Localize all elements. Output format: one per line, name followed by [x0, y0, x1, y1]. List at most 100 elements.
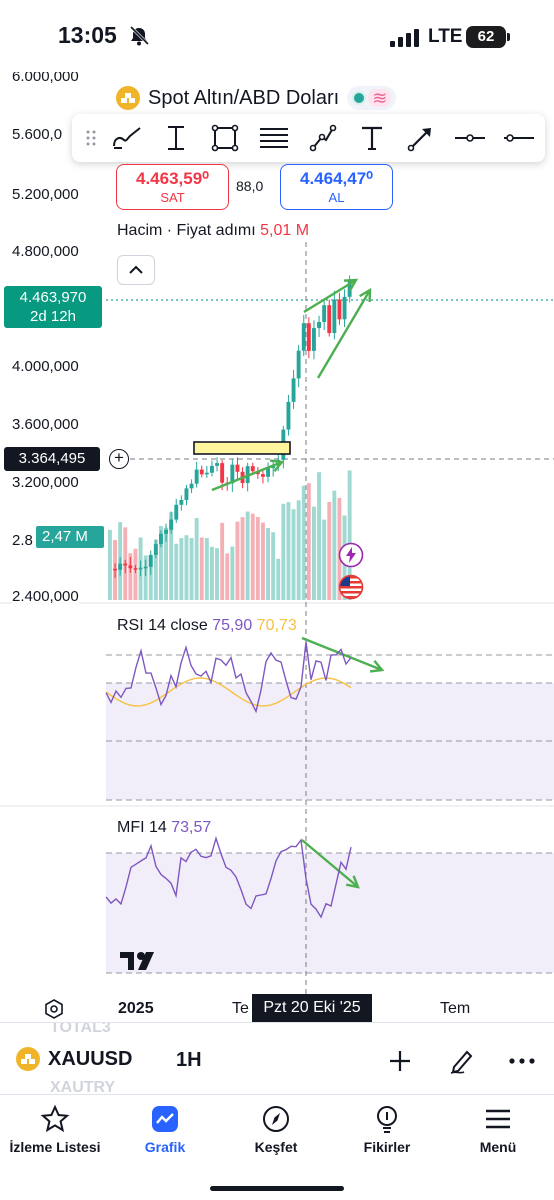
- more-button[interactable]: [506, 1045, 538, 1077]
- wave-icon: ≋: [368, 89, 392, 107]
- time-label-partial: Te: [232, 1000, 249, 1017]
- candle-body: [286, 401, 291, 430]
- volume-bar: [199, 537, 204, 600]
- drawing-tools-button[interactable]: [446, 1045, 478, 1077]
- gold-bars-icon: [16, 1047, 40, 1071]
- candle-body: [215, 463, 219, 466]
- volume-bar: [204, 538, 209, 600]
- symbol-toolbar: TOTAL3 XAUTRY XAUUSD 1H: [0, 1022, 554, 1094]
- candle-body: [220, 463, 225, 483]
- buy-button[interactable]: 4.464,47⁰ AL: [280, 164, 393, 210]
- tab-label: Fikirler: [363, 1139, 411, 1155]
- volume-legend[interactable]: Hacim · Fiyat adımı 5,01 M: [117, 222, 309, 240]
- candle-body: [266, 468, 270, 477]
- volume-bar: [332, 490, 337, 600]
- more-icon: [509, 1058, 535, 1064]
- candle-body: [153, 544, 158, 555]
- volume-bar: [301, 485, 306, 600]
- tab-label: Keşfet: [254, 1139, 298, 1155]
- horizontal-ray-icon[interactable]: [445, 118, 494, 158]
- volume-price-tag: 2,47 M: [36, 526, 104, 548]
- bar-countdown: 2d 12h: [30, 308, 76, 325]
- interval-selector[interactable]: 1H: [176, 1049, 202, 1072]
- us-flag-event-icon[interactable]: [338, 574, 364, 600]
- drag-handle-icon[interactable]: [80, 126, 102, 150]
- tab-ideas[interactable]: Fikirler: [332, 1103, 442, 1155]
- candle-body: [169, 519, 174, 530]
- candle-body: [199, 469, 204, 475]
- pen-icon: [450, 1050, 473, 1074]
- tab-bar: İzleme Listesi Grafik Keşfet Fikirler Me…: [0, 1094, 554, 1200]
- rsi-legend[interactable]: RSI 14 close 75,90 70,73: [117, 617, 297, 635]
- chart-icon: [152, 1106, 178, 1132]
- text-tool-icon[interactable]: [347, 118, 396, 158]
- price-axis-label: 6.000,000: [12, 72, 79, 85]
- volume-bar: [225, 553, 230, 600]
- volume-bar: [230, 546, 235, 600]
- volume-bar: [322, 519, 327, 600]
- tab-chart[interactable]: Grafik: [110, 1103, 220, 1155]
- ray-tool-icon[interactable]: [494, 118, 543, 158]
- candle-body: [123, 563, 128, 566]
- tab-label: İzleme Listesi: [9, 1139, 101, 1155]
- candle-body: [194, 469, 199, 484]
- volume-bar: [271, 532, 276, 600]
- tab-explore[interactable]: Keşfet: [221, 1103, 331, 1155]
- chart-settings-icon[interactable]: [44, 999, 64, 1019]
- volume-bar: [179, 538, 184, 600]
- candle-body: [250, 466, 255, 472]
- rectangle-tool-icon[interactable]: [200, 118, 249, 158]
- chart-area[interactable]: 6.000,000 5.600,0 5.200,000 4.800,000 4.…: [0, 72, 554, 1022]
- crosshair-price-tag: 3.364,495: [4, 447, 100, 471]
- volume-bar: [189, 538, 194, 600]
- candle-body: [296, 350, 301, 379]
- price-axis-label: 5.200,000: [12, 186, 79, 203]
- candle-body: [133, 568, 138, 570]
- collapse-legend-button[interactable]: [117, 255, 155, 285]
- candle-body: [189, 483, 194, 489]
- last-price-tag: 4.463,970 2d 12h: [4, 286, 102, 328]
- price-axis-label: 2.400,000: [12, 588, 79, 605]
- candle-body: [143, 566, 148, 569]
- measure-tool-icon[interactable]: [151, 118, 200, 158]
- add-button[interactable]: [384, 1045, 416, 1077]
- candle-body: [210, 465, 214, 473]
- candle-body: [306, 323, 311, 351]
- candle-body: [118, 563, 123, 570]
- time-axis[interactable]: 2025 Te Pzt 20 Eki '25 Tem: [0, 994, 554, 1022]
- candle-body: [342, 296, 347, 320]
- price-axis-label: 4.800,000: [12, 243, 79, 260]
- menu-icon: [486, 1109, 510, 1129]
- path-tool-icon[interactable]: [298, 118, 347, 158]
- volume-bar: [317, 472, 321, 600]
- arrow-tool-icon[interactable]: [396, 118, 445, 158]
- tab-watchlist[interactable]: İzleme Listesi: [0, 1103, 110, 1155]
- market-status-pill[interactable]: ≋: [347, 86, 397, 110]
- mfi-band: [106, 853, 554, 973]
- volume-bar: [240, 517, 245, 600]
- symbol-header[interactable]: Spot Altın/ABD Doları ≋: [116, 86, 397, 110]
- lightning-event-icon[interactable]: [338, 542, 364, 568]
- add-alert-icon[interactable]: +: [109, 449, 129, 469]
- tab-menu[interactable]: Menü: [443, 1103, 553, 1155]
- candle-body: [113, 568, 117, 571]
- volume-bar: [255, 516, 260, 600]
- fib-tool-icon[interactable]: [249, 118, 298, 158]
- drawing-toolbar: [72, 114, 545, 162]
- buy-price: 4.464,47⁰: [300, 169, 373, 188]
- volume-bar: [312, 506, 316, 600]
- volume-bar: [245, 511, 250, 600]
- resistance-box: [193, 441, 291, 455]
- buy-label: AL: [328, 190, 345, 205]
- tradingview-logo: [120, 952, 154, 970]
- symbol-selector[interactable]: XAUUSD: [16, 1047, 132, 1071]
- sell-button[interactable]: 4.463,59⁰ SAT: [116, 164, 229, 210]
- mfi-legend[interactable]: MFI 14 73,57: [117, 819, 211, 837]
- brush-tool-icon[interactable]: [102, 118, 151, 158]
- candle-body: [128, 565, 133, 569]
- battery-indicator: 62: [466, 26, 510, 48]
- volume-legend-label: Hacim · Fiyat adımı: [117, 222, 256, 239]
- signal-icon: [390, 29, 419, 47]
- sell-label: SAT: [160, 190, 185, 205]
- volume-bar: [133, 548, 138, 600]
